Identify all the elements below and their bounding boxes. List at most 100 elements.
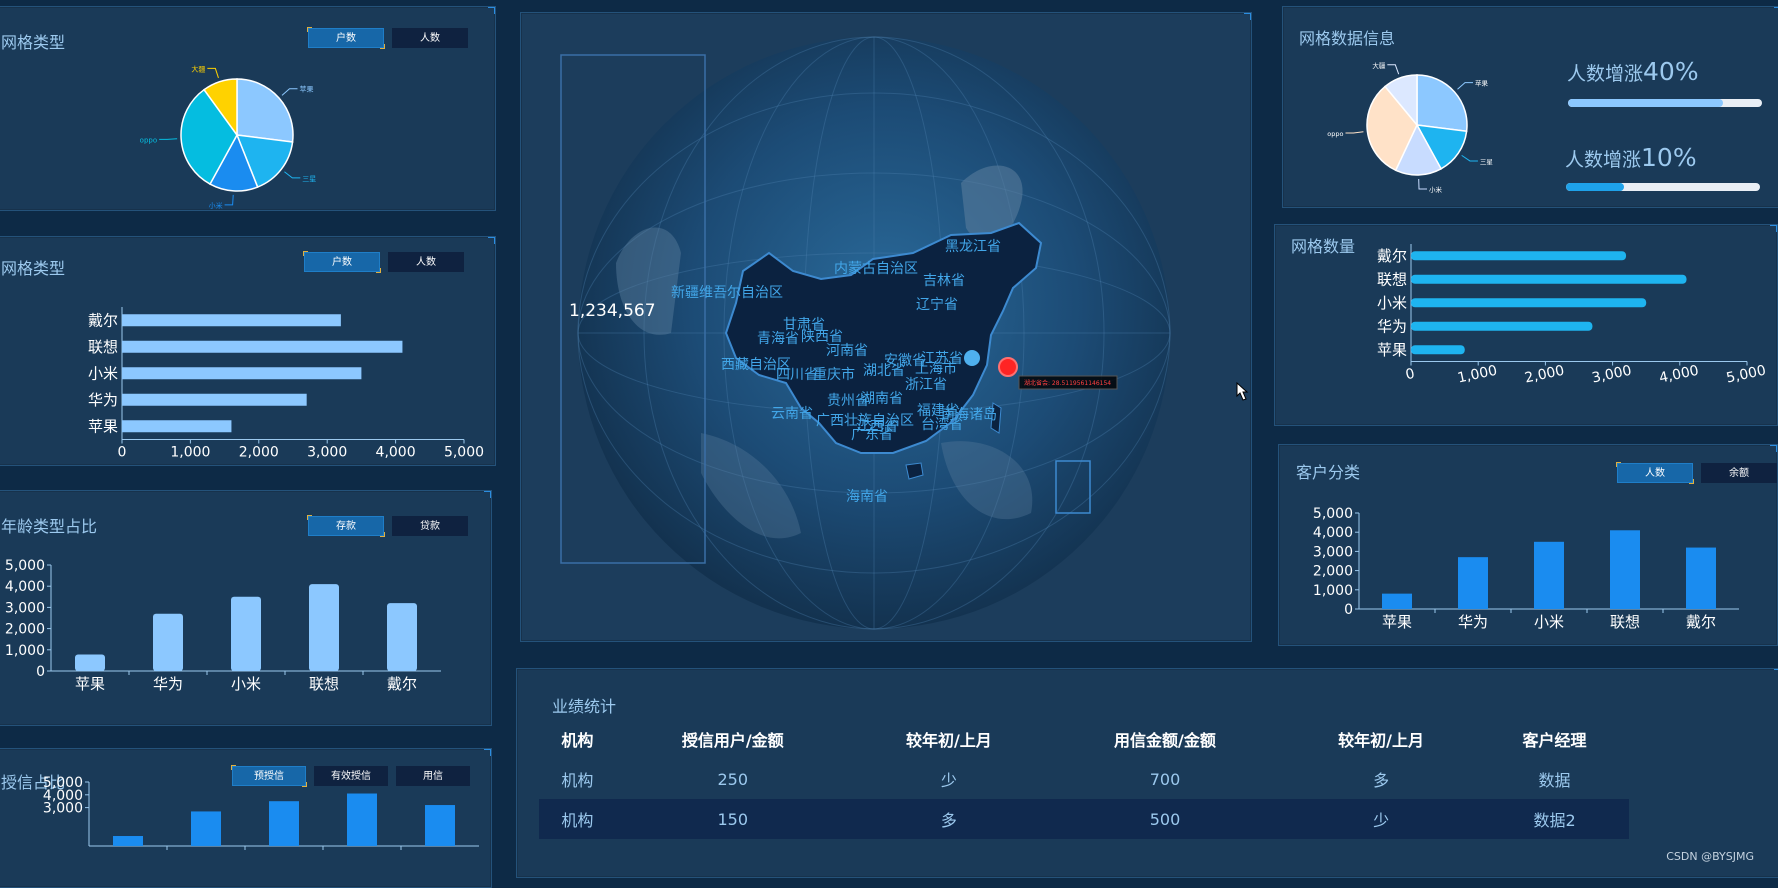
bar[interactable] xyxy=(113,836,143,846)
vbar-chart-credit: 3,0004,0005,000 xyxy=(43,775,479,850)
bar[interactable] xyxy=(191,811,221,846)
col-header: 用信金额/金额 xyxy=(1114,731,1216,750)
pie-left-group: 苹果三星小米 oppo 大疆 xyxy=(140,64,317,209)
stat-progress-1 xyxy=(1568,99,1762,107)
tick-label: 3,000 xyxy=(1313,544,1353,560)
pie-chart-left: 苹果三星小米 oppo 大疆 xyxy=(140,64,317,209)
table-row[interactable]: 机构 250 少 700 多 数据 xyxy=(539,759,1629,799)
bar[interactable] xyxy=(347,793,377,846)
category-label: 戴尔 xyxy=(88,311,118,329)
category-label: 华为 xyxy=(1458,613,1488,631)
table-cell: 700 xyxy=(1149,769,1181,789)
category-label: 苹果 xyxy=(1382,613,1412,631)
panel-grid-count: 网格数量 戴尔 联想 小米 华为 苹果 0 1,000 2,000 3,000 4,000 5,00… xyxy=(1274,224,1778,426)
bar[interactable] xyxy=(1411,321,1593,331)
pie-slice[interactable] xyxy=(236,78,294,143)
panel-credit-ratio: 授信占比 预授信 有效授信 用信 3,000 4,000 5,000 xyxy=(0,748,492,888)
bar[interactable] xyxy=(1534,541,1564,609)
bar[interactable] xyxy=(1411,251,1627,261)
province-label: 黑龙江省 xyxy=(945,239,1001,255)
bar[interactable] xyxy=(153,613,183,671)
tick-label: 3,000 xyxy=(1590,363,1633,387)
bar[interactable] xyxy=(1686,547,1716,609)
tooltip-text: 湖北省会: 28.5119561146154 xyxy=(1024,379,1111,387)
pie-right-group: 苹果三星小米 oppo 大疆 xyxy=(1327,61,1493,194)
bar[interactable] xyxy=(122,314,341,327)
globe-map: 新疆维吾尔自治区西藏自治区青海省甘肃省内蒙古自治区黑龙江省吉林省辽宁省陕西省河南… xyxy=(560,36,1171,630)
tick-label: 5,000 xyxy=(43,775,83,791)
bar[interactable] xyxy=(122,393,307,406)
col-header: 授信用户/金额 xyxy=(681,731,784,750)
pie-label-line xyxy=(1387,64,1400,75)
table-header-row: 机构 授信用户/金额 较年初/上月 用信金额/金额 较年初/上月 客户经理 xyxy=(539,719,1629,759)
pie-label-line xyxy=(159,138,178,140)
tick-label: 5,000 xyxy=(444,445,484,461)
province-label: 河南省 xyxy=(826,343,868,359)
stat-label-text: 人数增涨 xyxy=(1565,149,1642,171)
hbar-chart-right: 戴尔联想小米华为苹果 0 1,000 2,000 3,000 4,000 5,000 xyxy=(1377,244,1767,387)
bar[interactable] xyxy=(1610,530,1640,609)
panel-grid-type-bar: 网格类型 户数 人数 戴尔 联想 小米 华为 苹果 0 1,000 2,000 3,000 4,0… xyxy=(0,236,496,466)
watermark: CSDN @BYSJMG xyxy=(1666,850,1754,863)
pie-label-line xyxy=(224,194,234,206)
table-cell: 少 xyxy=(940,771,957,790)
bar[interactable] xyxy=(75,654,105,671)
province-label: 海南省 xyxy=(846,489,888,505)
tick-label: 4,000 xyxy=(1658,363,1701,387)
tick-label: 1,000 xyxy=(1456,363,1499,387)
tick-label: 1,000 xyxy=(1313,583,1353,599)
hbar-chart-left: 戴尔联想小米华为苹果0 1,000 2,000 3,000 4,000 5,000 xyxy=(88,307,484,461)
bar[interactable] xyxy=(1411,345,1465,355)
tick-label: 2,000 xyxy=(1523,363,1566,387)
bar[interactable] xyxy=(1411,298,1647,308)
category-label: 联想 xyxy=(88,338,118,356)
province-label: 内蒙古自治区 xyxy=(834,261,918,277)
marker-blue xyxy=(964,350,980,366)
bar[interactable] xyxy=(387,603,417,671)
bar[interactable] xyxy=(1458,557,1488,609)
province-label: 新疆维吾尔自治区 xyxy=(671,285,783,301)
table-cell: 数据2 xyxy=(1480,799,1629,839)
bar[interactable] xyxy=(269,801,299,846)
category-label: 小米 xyxy=(1377,294,1407,312)
tick-label: 5,000 xyxy=(1313,506,1353,522)
tick-label: 4,000 xyxy=(5,579,45,595)
pie-label-line xyxy=(207,67,219,79)
tick-label: 0 xyxy=(1404,366,1416,384)
tick-label: 3,000 xyxy=(5,600,45,616)
bar[interactable] xyxy=(231,596,261,671)
category-label: 小米 xyxy=(231,675,261,693)
tick-label: 4,000 xyxy=(1313,525,1353,541)
table-cell: 多 xyxy=(1373,771,1390,790)
bar[interactable] xyxy=(1411,274,1687,284)
tick-label: 5,000 xyxy=(5,558,45,574)
pie-label-line xyxy=(284,171,301,179)
pie-label-line xyxy=(1345,131,1364,134)
pie-slice[interactable] xyxy=(1416,74,1468,133)
tick-label: 2,000 xyxy=(1313,564,1353,580)
hbar-left-group: 戴尔联想小米华为苹果0 1,000 2,000 3,000 4,000 5,000 xyxy=(88,307,484,461)
stat-progress-2 xyxy=(1566,183,1760,191)
pie-label: 小米 xyxy=(1429,185,1443,194)
bar[interactable] xyxy=(425,805,455,846)
bar[interactable] xyxy=(122,367,362,380)
vbar-chart-customer: 0 1,000 2,000 3,000 4,000 5,000 苹果 华为 小米 联想 戴尔 xyxy=(1313,506,1739,631)
tick-label: 3,000 xyxy=(307,445,347,461)
table-cell: 多 xyxy=(849,799,1048,839)
category-label: 戴尔 xyxy=(1686,613,1716,631)
bar[interactable] xyxy=(309,584,339,671)
panel-grid-type-pie: 网格类型 户数 人数 苹果 三星 小米 oppo 大疆 xyxy=(0,6,496,211)
mouse-cursor-icon xyxy=(1236,382,1249,401)
bar[interactable] xyxy=(1382,593,1412,609)
pie-label: 苹果 xyxy=(300,85,314,94)
category-label: 苹果 xyxy=(1377,341,1407,359)
panel-age-type: 年龄类型占比 存款 贷款 0 1,000 2,000 3,000 4,000 5,000 苹… xyxy=(0,490,492,726)
tick-label: 1,000 xyxy=(170,445,210,461)
bar[interactable] xyxy=(122,420,232,433)
province-label: 广东省 xyxy=(851,427,893,443)
hbar-right-group: 戴尔联想小米华为苹果 0 1,000 2,000 3,000 4,000 5,000 xyxy=(1377,244,1767,387)
table-row[interactable]: 机构 150 多 500 少 数据2 xyxy=(539,799,1629,839)
bar[interactable] xyxy=(122,340,403,353)
marker-red[interactable] xyxy=(998,357,1018,377)
col-header: 客户经理 xyxy=(1522,731,1587,750)
